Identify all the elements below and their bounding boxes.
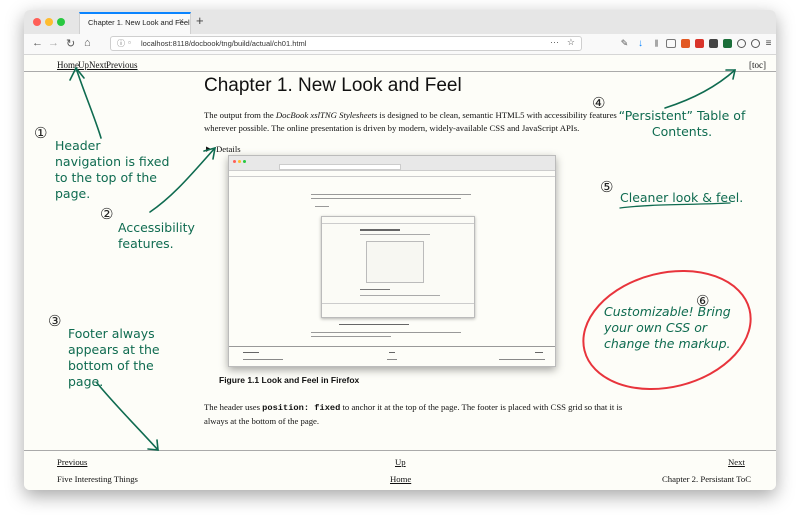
shield-icon[interactable] xyxy=(723,39,732,48)
tab-active[interactable]: Chapter 1. New Look and Feel × xyxy=(79,12,191,34)
tab-title: Chapter 1. New Look and Feel xyxy=(88,18,190,27)
library-icon[interactable]: ⫼ xyxy=(652,39,661,48)
chapter-title: Chapter 1. New Look and Feel xyxy=(204,75,462,96)
extension-icon-1[interactable] xyxy=(681,39,690,48)
home-button[interactable]: ⌂ xyxy=(84,37,91,49)
annotation-6-text: Customizable! Bring your own CSS or chan… xyxy=(604,304,731,351)
details-summary[interactable]: Details xyxy=(216,144,241,154)
header-home-link[interactable]: Home xyxy=(57,60,79,70)
intro-text-1: The output from the xyxy=(204,110,276,120)
header-divider xyxy=(24,71,776,72)
url-text: localhost:8118/docbook/tng/build/actual/… xyxy=(141,39,307,48)
close-window-button[interactable] xyxy=(33,18,41,26)
header-up-link[interactable]: Up xyxy=(78,60,89,70)
footer-previous-link[interactable]: Previous xyxy=(57,457,87,467)
body-paragraph: The header uses position: fixed to ancho… xyxy=(204,401,624,428)
header-previous-link[interactable]: Previous xyxy=(106,60,138,70)
footer-previous-title: Five Interesting Things xyxy=(57,474,138,484)
annotation-3-text: Footer always appears at the bottom of t… xyxy=(68,326,160,389)
sidebar-icon[interactable] xyxy=(666,39,676,48)
url-bar[interactable]: ⓘ ▫ localhost:8118/docbook/tng/build/act… xyxy=(110,36,582,51)
extension-icon-2[interactable] xyxy=(695,39,704,48)
annotation-2-number: ② xyxy=(100,205,114,223)
downloads-icon[interactable]: ↓ xyxy=(636,39,645,49)
details-triangle-icon[interactable]: ▶ xyxy=(206,145,211,153)
footer-next-link[interactable]: Next xyxy=(728,457,745,467)
annotation-1-number: ① xyxy=(34,124,48,142)
footer-up-link[interactable]: Up xyxy=(395,457,406,467)
reload-button[interactable]: ↻ xyxy=(66,37,75,50)
menu-icon[interactable]: ≡ xyxy=(764,39,773,49)
footer-next-title: Chapter 2. Persistant ToC xyxy=(662,474,751,484)
forward-button[interactable]: → xyxy=(48,37,59,49)
figure-screenshot-image xyxy=(228,155,556,367)
page-icon: ▫ xyxy=(128,38,131,47)
figure-caption: Figure 1.1 Look and Feel in Firefox xyxy=(219,375,360,385)
body-text-1: The header uses xyxy=(204,402,263,412)
header-next-link[interactable]: Next xyxy=(89,60,107,70)
clock-icon[interactable] xyxy=(737,39,746,48)
bookmark-star-icon[interactable]: ☆ xyxy=(567,37,575,48)
info-icon[interactable]: ⓘ xyxy=(117,38,125,49)
back-button[interactable]: ← xyxy=(32,37,43,49)
minimize-window-button[interactable] xyxy=(45,18,53,26)
screenshot-browser-chrome xyxy=(229,156,555,171)
annotation-5-text: Cleaner look & feel. xyxy=(620,190,744,205)
annotation-5-number: ⑤ xyxy=(600,178,614,196)
account-icon[interactable] xyxy=(751,39,760,48)
intro-paragraph: The output from the DocBook xslTNG Style… xyxy=(204,109,619,135)
screenshot-nested-image xyxy=(321,216,475,318)
footer-home-link[interactable]: Home xyxy=(390,474,411,484)
navigation-toolbar: ← → ↻ ⌂ ⓘ ▫ localhost:8118/docbook/tng/b… xyxy=(24,34,776,55)
screenshot-header-line xyxy=(229,176,555,177)
annotation-3-number: ③ xyxy=(48,312,62,330)
annotation-4-number: ④ xyxy=(592,94,606,112)
annotation-2-text: Accessibility features. xyxy=(118,220,195,251)
maximize-window-button[interactable] xyxy=(57,18,65,26)
page-actions-icon[interactable]: ··· xyxy=(550,37,559,47)
tab-strip: Chapter 1. New Look and Feel × + xyxy=(24,10,776,35)
tools-icon[interactable]: ✎ xyxy=(620,39,629,48)
annotation-1-text: Header navigation is fixed to the top of… xyxy=(55,138,170,201)
intro-emphasis: DocBook xslTNG Stylesheets xyxy=(275,110,378,120)
extension-icon-3[interactable] xyxy=(709,39,718,48)
annotation-4-text: “Persistent” Table of Contents. xyxy=(618,108,746,139)
tab-close-icon[interactable]: × xyxy=(179,16,184,26)
footer-divider xyxy=(24,450,776,451)
new-tab-button[interactable]: + xyxy=(196,13,204,28)
toc-link[interactable]: [toc] xyxy=(749,60,766,70)
body-code: position: fixed xyxy=(262,403,341,413)
